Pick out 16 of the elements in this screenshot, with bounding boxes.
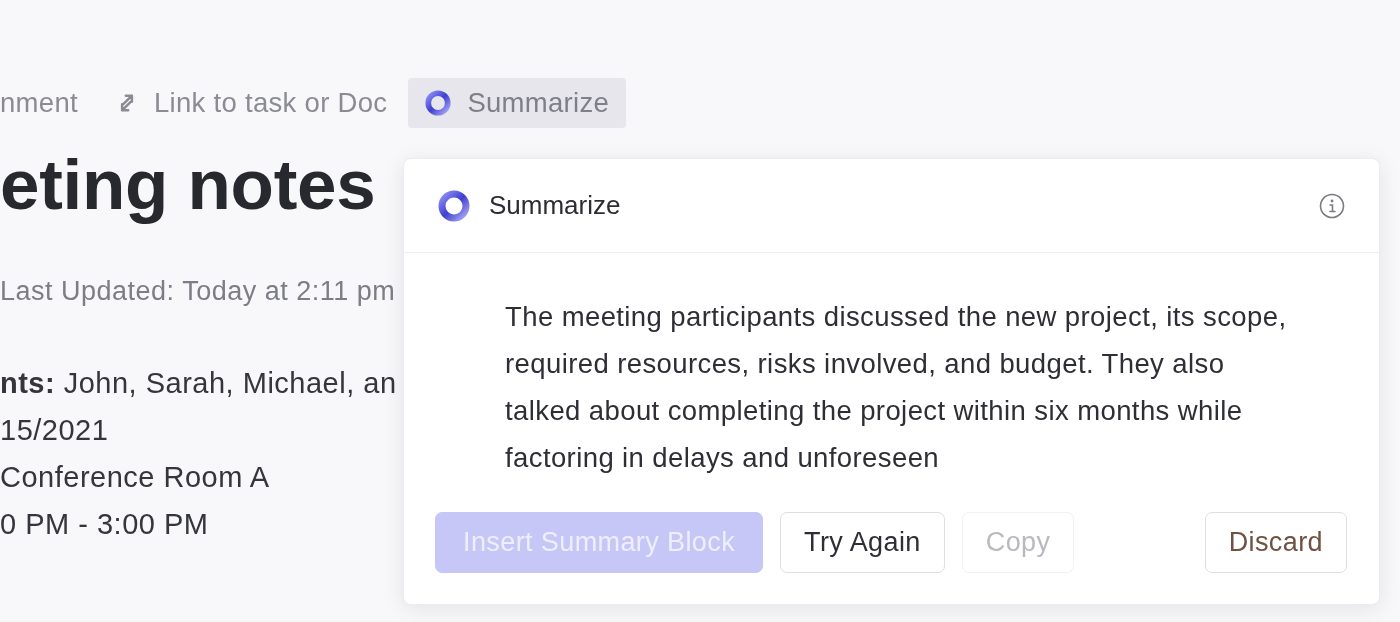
ring-icon bbox=[425, 90, 452, 116]
panel-title: Summarize bbox=[489, 189, 621, 222]
action-button[interactable]: Try Again bbox=[780, 512, 945, 573]
info-icon[interactable] bbox=[1319, 192, 1345, 219]
toolbar-button[interactable]: nment bbox=[0, 78, 95, 128]
summarize-button[interactable]: Summarize bbox=[408, 78, 627, 128]
detail-line: 0 PM - 3:00 PM bbox=[0, 507, 210, 542]
discard-button[interactable]: Discard bbox=[1204, 512, 1347, 573]
detail-line: Conference Room A bbox=[0, 460, 271, 495]
last-updated-text: Last Updated: Today at 2:11 pm bbox=[0, 275, 397, 308]
document-title: eting notes bbox=[0, 145, 377, 225]
ring-icon bbox=[438, 189, 470, 222]
summary-text: The meeting participants discussed the new project, its scope, required resources, risks involved, and budget. They also talked about completing the project within six months while factoring in delays and unforeseen bbox=[505, 300, 1288, 475]
detail-line: nts: John, Sarah, Michael, an bbox=[0, 366, 398, 401]
detail-line: 15/2021 bbox=[0, 413, 110, 448]
link-button[interactable]: Link to task or Doc bbox=[98, 78, 405, 128]
